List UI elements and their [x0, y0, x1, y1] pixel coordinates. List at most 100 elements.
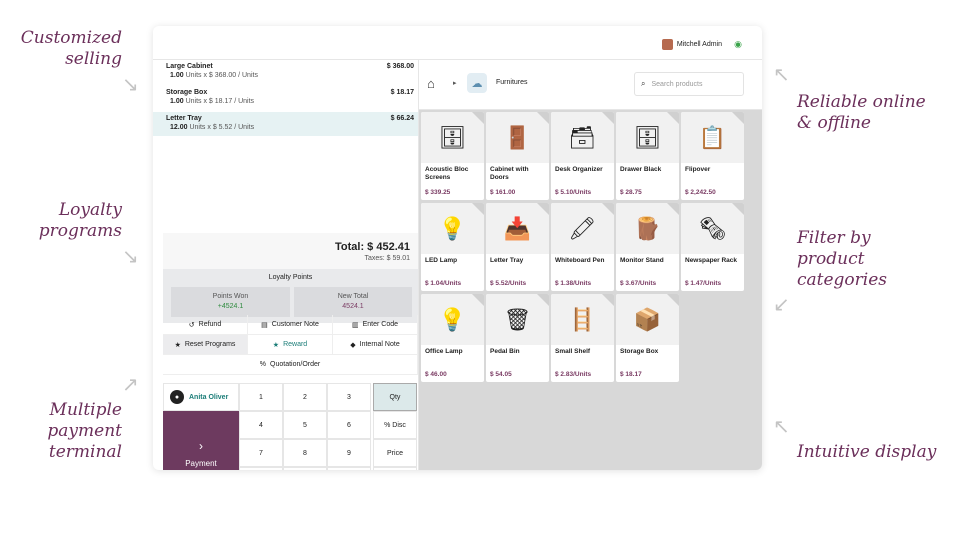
- numpad-discount[interactable]: % Disc: [373, 411, 417, 439]
- search-input[interactable]: ⌕ Search products: [634, 72, 744, 96]
- info-icon[interactable]: [667, 294, 679, 306]
- order-line[interactable]: Storage Box $ 18.17 1.00 Units x $ 18.17…: [153, 86, 418, 110]
- product-card[interactable]: 🗄 Acoustic Bloc Screens $ 339.25: [421, 112, 484, 200]
- customer-note-label: Customer Note: [271, 321, 319, 328]
- avatar: [661, 39, 673, 50]
- user-menu[interactable]: Mitchell Admin: [661, 39, 722, 50]
- product-card[interactable]: 🗑 Pedal Bin $ 54.05: [486, 294, 549, 382]
- numpad-key-3[interactable]: 3: [327, 383, 371, 411]
- product-price: $ 18.17: [620, 371, 642, 378]
- product-card[interactable]: 📥 Letter Tray $ 5.52/Units: [486, 203, 549, 291]
- chevron-right-icon: ›: [199, 439, 203, 453]
- product-name: LED Lamp: [425, 257, 458, 264]
- payment-label: Payment: [185, 459, 217, 468]
- info-icon[interactable]: [472, 112, 484, 124]
- info-icon[interactable]: [732, 203, 744, 215]
- product-price: $ 3.67/Units: [620, 280, 657, 287]
- enter-code-button[interactable]: ▥ Enter Code: [333, 315, 418, 335]
- order-line-selected[interactable]: Letter Tray $ 66.24 12.00 Units x $ 5.52…: [153, 112, 418, 136]
- info-icon[interactable]: [472, 294, 484, 306]
- product-name: Flipover: [685, 166, 711, 173]
- reward-button[interactable]: ★ Reward: [248, 335, 333, 355]
- numpad-price[interactable]: Price: [373, 439, 417, 467]
- numpad-plus-minus[interactable]: +/-: [239, 467, 283, 470]
- internal-note-button[interactable]: ◆ Internal Note: [333, 335, 418, 355]
- numpad-key-6[interactable]: 6: [327, 411, 371, 439]
- control-row: ★ Reset Programs ★ Reward ◆ Internal Note: [163, 335, 418, 355]
- product-price: $ 339.25: [425, 189, 451, 196]
- control-row: % Quotation/Order: [163, 355, 418, 375]
- numpad-decimal[interactable]: .: [327, 467, 371, 470]
- numpad-key-0[interactable]: 0: [283, 467, 327, 470]
- category-furnitures[interactable]: Furnitures: [496, 79, 528, 86]
- info-icon[interactable]: [537, 112, 549, 124]
- numpad-backspace[interactable]: ⌫: [373, 467, 417, 470]
- order-total: Total: $ 452.41 Taxes: $ 59.01: [163, 233, 418, 269]
- wifi-icon: ◉: [734, 39, 742, 49]
- info-icon[interactable]: [667, 112, 679, 124]
- product-price: $ 1.04/Units: [425, 280, 462, 287]
- pos-window: Mitchell Admin ◉ Large Cabinet $ 368.00 …: [153, 26, 762, 470]
- product-card[interactable]: 🖍 Whiteboard Pen $ 1.38/Units: [551, 203, 614, 291]
- refund-label: Refund: [198, 321, 222, 328]
- numpad-key-4[interactable]: 4: [239, 411, 283, 439]
- product-card[interactable]: 📋 Flipover $ 2,242.50: [681, 112, 744, 200]
- refund-button[interactable]: ↺ Refund: [163, 315, 248, 335]
- product-card[interactable]: 🪵 Monitor Stand $ 3.67/Units: [616, 203, 679, 291]
- order-line-detail: 1.00 Units x $ 368.00 / Units: [170, 72, 258, 79]
- product-card[interactable]: 🚪 Cabinet with Doors $ 161.00: [486, 112, 549, 200]
- search-placeholder: Search products: [651, 80, 703, 88]
- arrow-icon: ↘: [122, 72, 139, 96]
- product-card[interactable]: 💡 LED Lamp $ 1.04/Units: [421, 203, 484, 291]
- numpad-key-1[interactable]: 1: [239, 383, 283, 411]
- product-price: $ 1.47/Units: [685, 280, 722, 287]
- product-name: Cabinet with Doors: [490, 166, 529, 181]
- product-name: Drawer Black: [620, 166, 662, 173]
- customer-note-button[interactable]: ▤ Customer Note: [248, 315, 333, 335]
- reset-programs-button[interactable]: ★ Reset Programs: [163, 335, 248, 355]
- numpad-key-8[interactable]: 8: [283, 439, 327, 467]
- breadcrumb: ⌂ ▸ ☁ Furnitures ⌕ Search products: [419, 60, 762, 110]
- info-icon[interactable]: [602, 294, 614, 306]
- order-pane: Large Cabinet $ 368.00 1.00 Units x $ 36…: [153, 60, 418, 470]
- info-icon[interactable]: [602, 203, 614, 215]
- product-price: $ 5.10/Units: [555, 189, 592, 196]
- product-price: $ 5.52/Units: [490, 280, 527, 287]
- annotation-reliable: Reliable online & offline: [797, 92, 926, 133]
- product-card[interactable]: 🗄 Drawer Black $ 28.75: [616, 112, 679, 200]
- product-card[interactable]: 💡 Office Lamp $ 46.00: [421, 294, 484, 382]
- annotation-intuitive: Intuitive display: [797, 442, 937, 462]
- customer-button[interactable]: ● Anita Oliver: [163, 383, 239, 411]
- order-line[interactable]: Large Cabinet $ 368.00 1.00 Units x $ 36…: [153, 60, 418, 84]
- numpad-key-9[interactable]: 9: [327, 439, 371, 467]
- link-icon: %: [259, 361, 267, 368]
- quotation-label: Quotation/Order: [270, 361, 321, 368]
- order-line-name: Storage Box: [166, 89, 208, 96]
- info-icon[interactable]: [667, 203, 679, 215]
- product-card[interactable]: 🗞 Newspaper Rack $ 1.47/Units: [681, 203, 744, 291]
- product-name: Small Shelf: [555, 348, 591, 355]
- annotation-customized-selling: Customized selling: [20, 28, 122, 69]
- numpad-qty[interactable]: Qty: [373, 383, 417, 411]
- info-icon[interactable]: [732, 112, 744, 124]
- product-name: Storage Box: [620, 348, 659, 355]
- numpad-key-5[interactable]: 5: [283, 411, 327, 439]
- info-icon[interactable]: [537, 203, 549, 215]
- info-icon[interactable]: [537, 294, 549, 306]
- quotation-order-button[interactable]: % Quotation/Order: [163, 355, 418, 375]
- numpad-key-2[interactable]: 2: [283, 383, 327, 411]
- numpad-key-7[interactable]: 7: [239, 439, 283, 467]
- info-icon[interactable]: [602, 112, 614, 124]
- info-icon[interactable]: [472, 203, 484, 215]
- reset-programs-label: Reset Programs: [184, 341, 236, 348]
- product-card[interactable]: 🗃 Desk Organizer $ 5.10/Units: [551, 112, 614, 200]
- order-line-detail: 12.00 Units x $ 5.52 / Units: [170, 124, 255, 131]
- arrow-icon: ↖: [773, 62, 790, 86]
- home-icon[interactable]: ⌂: [427, 76, 435, 91]
- product-card[interactable]: 🪜 Small Shelf $ 2.83/Units: [551, 294, 614, 382]
- payment-button[interactable]: › Payment: [163, 411, 239, 470]
- reward-label: Reward: [283, 341, 308, 348]
- product-card[interactable]: 📦 Storage Box $ 18.17: [616, 294, 679, 382]
- arrow-icon: ↖: [773, 414, 790, 438]
- arrow-icon: ↗: [122, 372, 139, 396]
